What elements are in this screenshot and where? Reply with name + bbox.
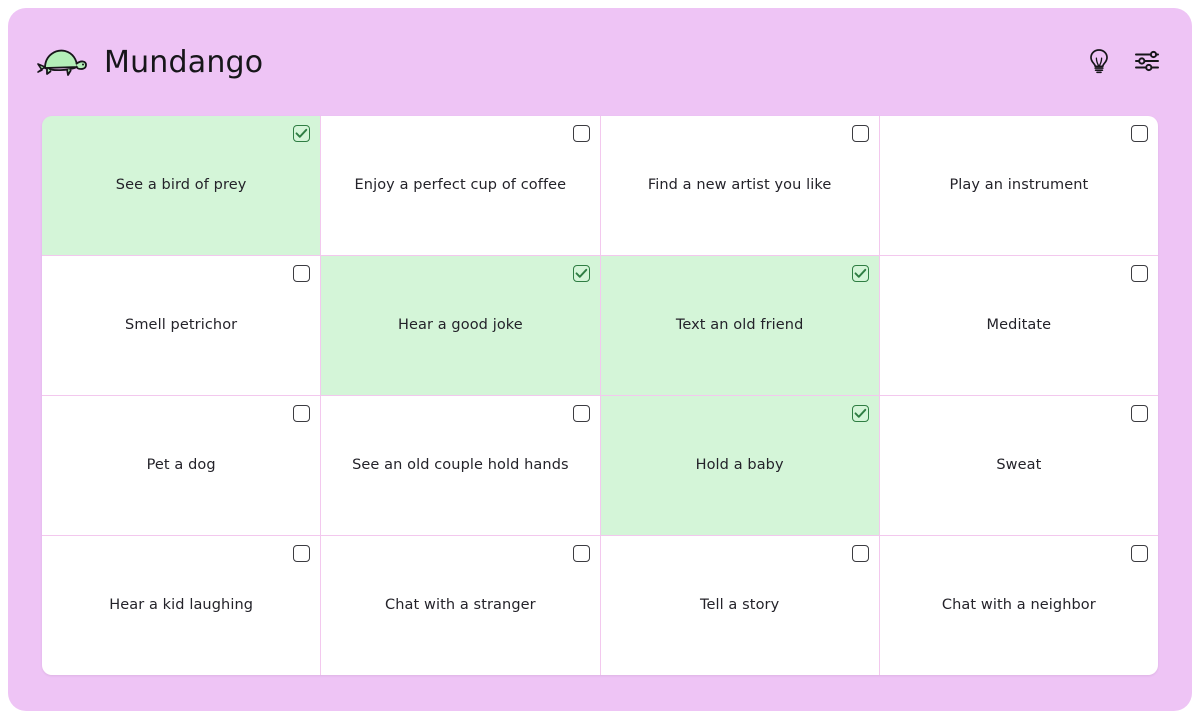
checkbox-unchecked[interactable] (851, 545, 869, 562)
lightbulb-icon (1088, 48, 1110, 77)
check-icon (854, 268, 866, 278)
bingo-cell-label: See an old couple hold hands (352, 456, 569, 473)
check-icon (295, 128, 308, 138)
checkbox-unchecked[interactable] (1131, 545, 1148, 562)
checkbox-checked[interactable] (572, 265, 590, 282)
bingo-cell[interactable]: Meditate (879, 256, 1158, 395)
bingo-cell[interactable]: Chat with a neighbor (879, 536, 1158, 675)
checkbox-unchecked[interactable] (1131, 125, 1148, 142)
checkbox-checked[interactable] (293, 125, 311, 142)
bingo-cell-label: Sweat (996, 456, 1042, 473)
bingo-cell[interactable]: See a bird of prey (42, 116, 321, 255)
checkbox-unchecked[interactable] (293, 405, 311, 422)
bingo-cell[interactable]: Hold a baby (600, 396, 879, 535)
bingo-cell[interactable]: Text an old friend (600, 256, 879, 395)
checkbox-checked[interactable] (851, 405, 869, 422)
check-icon (575, 268, 587, 278)
bingo-cell-label: Chat with a neighbor (941, 596, 1096, 613)
sliders-icon (1134, 50, 1160, 75)
bingo-cell[interactable]: Sweat (879, 396, 1158, 535)
checkbox-checked[interactable] (851, 265, 869, 282)
header-actions (1082, 45, 1164, 79)
bingo-cell-label: Hear a good joke (397, 316, 523, 333)
bingo-cell-label: See a bird of prey (115, 176, 247, 193)
bingo-cell[interactable]: Chat with a stranger (321, 536, 600, 675)
checkbox-unchecked[interactable] (1131, 265, 1148, 282)
checkbox-unchecked[interactable] (851, 125, 869, 142)
checkbox-unchecked[interactable] (1131, 405, 1148, 422)
bingo-cell-label: Meditate (986, 316, 1052, 333)
bingo-cell-label: Hold a baby (695, 456, 784, 473)
app-header: Mundango (8, 8, 1192, 116)
bingo-cell[interactable]: See an old couple hold hands (321, 396, 600, 535)
bingo-cell-label: Smell petrichor (125, 316, 238, 333)
checkbox-unchecked[interactable] (293, 545, 311, 562)
bingo-cell-label: Pet a dog (146, 456, 216, 473)
bingo-cell-label: Play an instrument (949, 176, 1089, 193)
brand: Mundango (34, 40, 263, 84)
bingo-cell-label: Text an old friend (675, 316, 804, 333)
bingo-cell[interactable]: Enjoy a perfect cup of coffee (321, 116, 600, 255)
bingo-cell[interactable]: Hear a kid laughing (42, 536, 321, 675)
bingo-cell[interactable]: Tell a story (600, 536, 879, 675)
settings-button[interactable] (1130, 45, 1164, 79)
checkbox-unchecked[interactable] (572, 545, 590, 562)
bingo-cell-label: Tell a story (699, 596, 780, 613)
ideas-button[interactable] (1082, 45, 1116, 79)
checkbox-unchecked[interactable] (572, 125, 590, 142)
bingo-cell-label: Hear a kid laughing (109, 596, 254, 613)
check-icon (854, 408, 866, 418)
bingo-grid: See a bird of prey Enjoy a perfect cup of… (42, 116, 1158, 675)
bingo-cell-label: Enjoy a perfect cup of coffee (354, 176, 567, 193)
bingo-cell-label: Find a new artist you like (647, 176, 832, 193)
bingo-cell[interactable]: Hear a good joke (321, 256, 600, 395)
bingo-cell[interactable]: Smell petrichor (42, 256, 321, 395)
bingo-grid-wrapper: See a bird of prey Enjoy a perfect cup of… (8, 116, 1192, 711)
brand-name: Mundango (104, 44, 264, 80)
bingo-cell-label: Chat with a stranger (385, 596, 536, 613)
bingo-cell[interactable]: Pet a dog (42, 396, 321, 535)
turtle-icon (34, 40, 90, 84)
checkbox-unchecked[interactable] (293, 265, 311, 282)
bingo-cell[interactable]: Find a new artist you like (600, 116, 879, 255)
bingo-cell[interactable]: Play an instrument (879, 116, 1158, 255)
checkbox-unchecked[interactable] (572, 405, 590, 422)
app-root: Mundango See a bird of prey Enjoy a perf… (8, 8, 1192, 711)
